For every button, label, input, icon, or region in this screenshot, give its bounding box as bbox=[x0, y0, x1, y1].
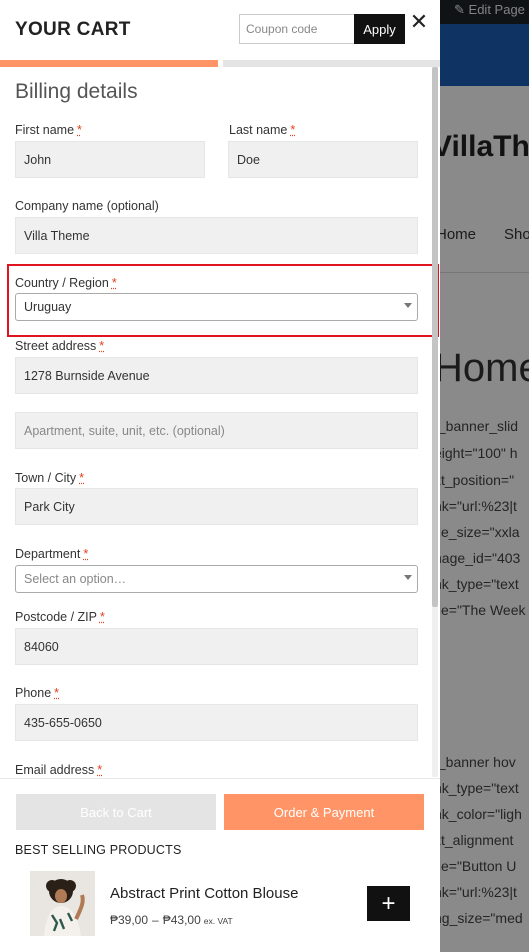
price-max: ₱43,00 bbox=[162, 913, 201, 927]
label-text: Last name bbox=[229, 123, 288, 137]
first-name-label: First name * bbox=[15, 123, 82, 137]
apply-coupon-button[interactable]: Apply bbox=[354, 14, 405, 44]
street-address-field[interactable] bbox=[15, 357, 418, 394]
product-name[interactable]: Abstract Print Cotton Blouse bbox=[110, 885, 298, 902]
close-icon[interactable]: ✕ bbox=[409, 11, 429, 35]
back-to-cart-button[interactable]: Back to Cart bbox=[16, 794, 216, 830]
required-mark: * bbox=[99, 610, 105, 624]
chevron-down-icon bbox=[404, 575, 412, 580]
best-selling-title: BEST SELLING PRODUCTS bbox=[15, 843, 182, 857]
required-mark: * bbox=[54, 686, 60, 700]
company-label: Company name (optional) bbox=[15, 199, 159, 213]
department-select-placeholder: Select an option… bbox=[24, 572, 127, 586]
required-mark: * bbox=[97, 763, 103, 777]
progress-step-divider bbox=[218, 60, 223, 67]
coupon-input[interactable] bbox=[239, 14, 354, 44]
label-text: Phone bbox=[15, 686, 52, 700]
add-to-cart-button[interactable]: + bbox=[367, 886, 410, 921]
label-text: First name bbox=[15, 123, 75, 137]
label-text: Email address bbox=[15, 763, 95, 777]
department-select[interactable]: Select an option… bbox=[15, 565, 418, 593]
apartment-field[interactable] bbox=[15, 412, 418, 449]
city-label: Town / City * bbox=[15, 471, 84, 485]
email-label: Email address * bbox=[15, 763, 102, 777]
checkout-progress-bar bbox=[0, 60, 440, 67]
vat-note: ex. VAT bbox=[203, 916, 233, 926]
department-label: Department * bbox=[15, 547, 88, 561]
first-name-field[interactable] bbox=[15, 141, 205, 178]
form-scrollbar[interactable] bbox=[432, 67, 438, 777]
street-label: Street address * bbox=[15, 339, 104, 353]
postcode-field[interactable] bbox=[15, 628, 418, 665]
phone-label: Phone * bbox=[15, 686, 59, 700]
footer-divider bbox=[0, 778, 440, 779]
price-min: ₱39,00 bbox=[110, 913, 149, 927]
required-mark: * bbox=[290, 123, 296, 137]
product-photo-icon bbox=[30, 871, 95, 936]
required-mark: * bbox=[79, 471, 85, 485]
city-field[interactable] bbox=[15, 488, 418, 525]
phone-field[interactable] bbox=[15, 704, 418, 741]
postcode-label: Postcode / ZIP * bbox=[15, 610, 105, 624]
billing-form: Billing details First name* Last name* C… bbox=[0, 67, 440, 777]
scrollbar-thumb[interactable] bbox=[432, 67, 438, 607]
required-mark: * bbox=[83, 547, 89, 561]
progress-fill bbox=[0, 60, 220, 67]
required-mark: * bbox=[99, 339, 105, 353]
billing-details-title: Billing details bbox=[15, 80, 138, 103]
label-text: Town / City bbox=[15, 471, 77, 485]
order-payment-button[interactable]: Order & Payment bbox=[224, 794, 424, 830]
cart-title: YOUR CART bbox=[15, 19, 131, 40]
last-name-label: Last name * bbox=[229, 123, 295, 137]
cart-sidebar: YOUR CART Apply ✕ Billing details First … bbox=[0, 0, 440, 952]
product-image[interactable] bbox=[30, 871, 95, 936]
product-price: ₱39,00– ₱43,00 ex. VAT bbox=[110, 913, 233, 927]
required-mark: * bbox=[77, 123, 82, 137]
label-text: Postcode / ZIP bbox=[15, 610, 97, 624]
highlight-box bbox=[7, 264, 439, 337]
company-field[interactable] bbox=[15, 217, 418, 254]
label-text: Street address bbox=[15, 339, 97, 353]
price-separator: – bbox=[152, 913, 159, 927]
label-text: Department bbox=[15, 547, 81, 561]
last-name-field[interactable] bbox=[228, 141, 418, 178]
